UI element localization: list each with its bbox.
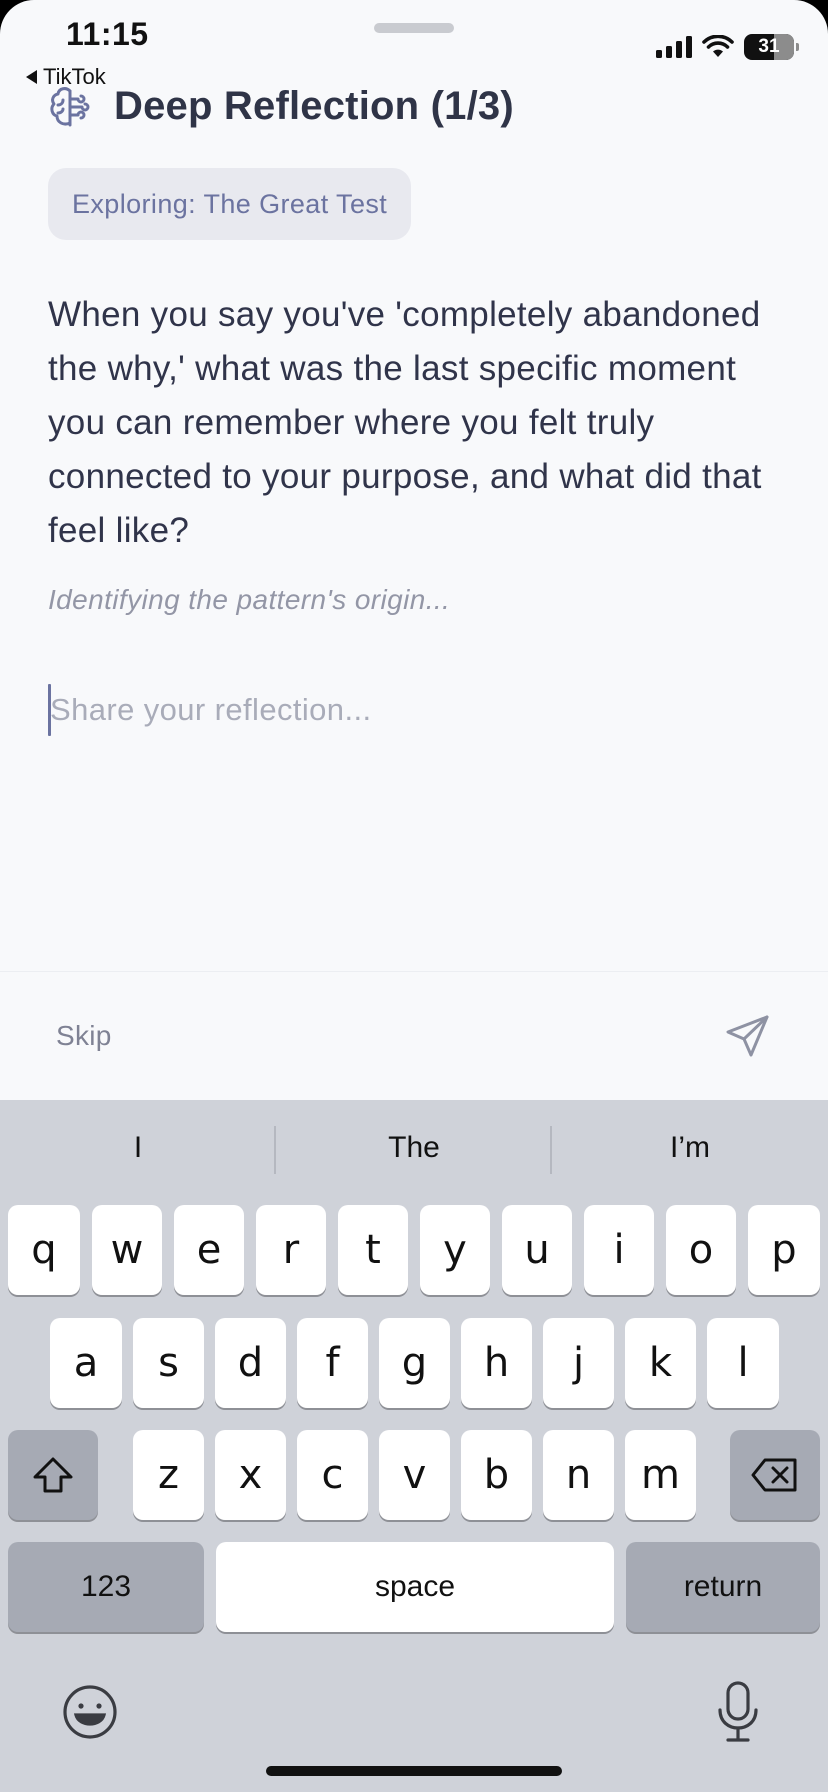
send-icon[interactable] xyxy=(724,1012,772,1060)
key-k[interactable]: k xyxy=(625,1318,696,1408)
suggestion-divider xyxy=(274,1126,276,1174)
battery-level: 31 xyxy=(758,36,780,57)
key-w[interactable]: w xyxy=(92,1205,162,1295)
shift-icon xyxy=(33,1457,73,1493)
key-t[interactable]: t xyxy=(338,1205,408,1295)
key-e[interactable]: e xyxy=(174,1205,244,1295)
key-n[interactable]: n xyxy=(543,1430,614,1520)
page-title: Deep Reflection (1/3) xyxy=(114,84,514,128)
key-c[interactable]: c xyxy=(297,1430,368,1520)
key-a[interactable]: a xyxy=(50,1318,122,1408)
battery-icon: 31 xyxy=(744,34,799,60)
brain-icon xyxy=(50,86,90,126)
key-m[interactable]: m xyxy=(625,1430,696,1520)
key-h[interactable]: h xyxy=(461,1318,532,1408)
text-cursor xyxy=(48,684,51,736)
backspace-icon xyxy=(751,1458,797,1492)
reflection-input[interactable] xyxy=(48,680,768,740)
return-key[interactable]: return xyxy=(626,1542,820,1632)
suggestion-3[interactable]: I’m xyxy=(580,1120,800,1176)
key-d[interactable]: d xyxy=(215,1318,286,1408)
key-j[interactable]: j xyxy=(543,1318,614,1408)
footer-divider xyxy=(0,971,828,972)
key-o[interactable]: o xyxy=(666,1205,736,1295)
suggestion-2[interactable]: The xyxy=(304,1120,524,1176)
delete-key[interactable] xyxy=(730,1430,820,1520)
key-r[interactable]: r xyxy=(256,1205,326,1295)
microphone-icon[interactable] xyxy=(716,1680,760,1744)
space-key[interactable]: space xyxy=(216,1542,614,1632)
key-v[interactable]: v xyxy=(379,1430,450,1520)
shift-key[interactable] xyxy=(8,1430,98,1520)
key-f[interactable]: f xyxy=(297,1318,368,1408)
reflection-question: When you say you've 'completely abandone… xyxy=(48,295,762,550)
key-y[interactable]: y xyxy=(420,1205,490,1295)
analysis-status-hint: Identifying the pattern's origin... xyxy=(48,584,451,615)
skip-button[interactable]: Skip xyxy=(56,1020,112,1052)
status-icons: 31 xyxy=(656,34,799,60)
key-u[interactable]: u xyxy=(502,1205,572,1295)
home-indicator[interactable] xyxy=(266,1766,562,1776)
key-x[interactable]: x xyxy=(215,1430,286,1520)
cellular-signal-icon xyxy=(656,36,692,58)
key-g[interactable]: g xyxy=(379,1318,450,1408)
status-time: 11:15 xyxy=(66,16,149,52)
emoji-icon[interactable] xyxy=(62,1684,118,1740)
key-z[interactable]: z xyxy=(133,1430,204,1520)
app-screen: 11:15 TikTok 31 Deep Reflection (1/3) Ex… xyxy=(0,0,828,1792)
back-arrow-icon xyxy=(26,70,37,84)
suggestion-1[interactable]: I xyxy=(30,1120,246,1176)
key-l[interactable]: l xyxy=(707,1318,779,1408)
sheet-grabber-handle[interactable] xyxy=(374,23,454,33)
key-i[interactable]: i xyxy=(584,1205,654,1295)
suggestion-divider xyxy=(550,1126,552,1174)
wifi-icon xyxy=(702,35,734,57)
numbers-key[interactable]: 123 xyxy=(8,1542,204,1632)
page-header: Deep Reflection (1/3) xyxy=(48,84,514,129)
key-s[interactable]: s xyxy=(133,1318,204,1408)
key-p[interactable]: p xyxy=(748,1205,820,1295)
topic-chip: Exploring: The Great Test xyxy=(48,168,412,240)
key-q[interactable]: q xyxy=(8,1205,80,1295)
key-b[interactable]: b xyxy=(461,1430,532,1520)
